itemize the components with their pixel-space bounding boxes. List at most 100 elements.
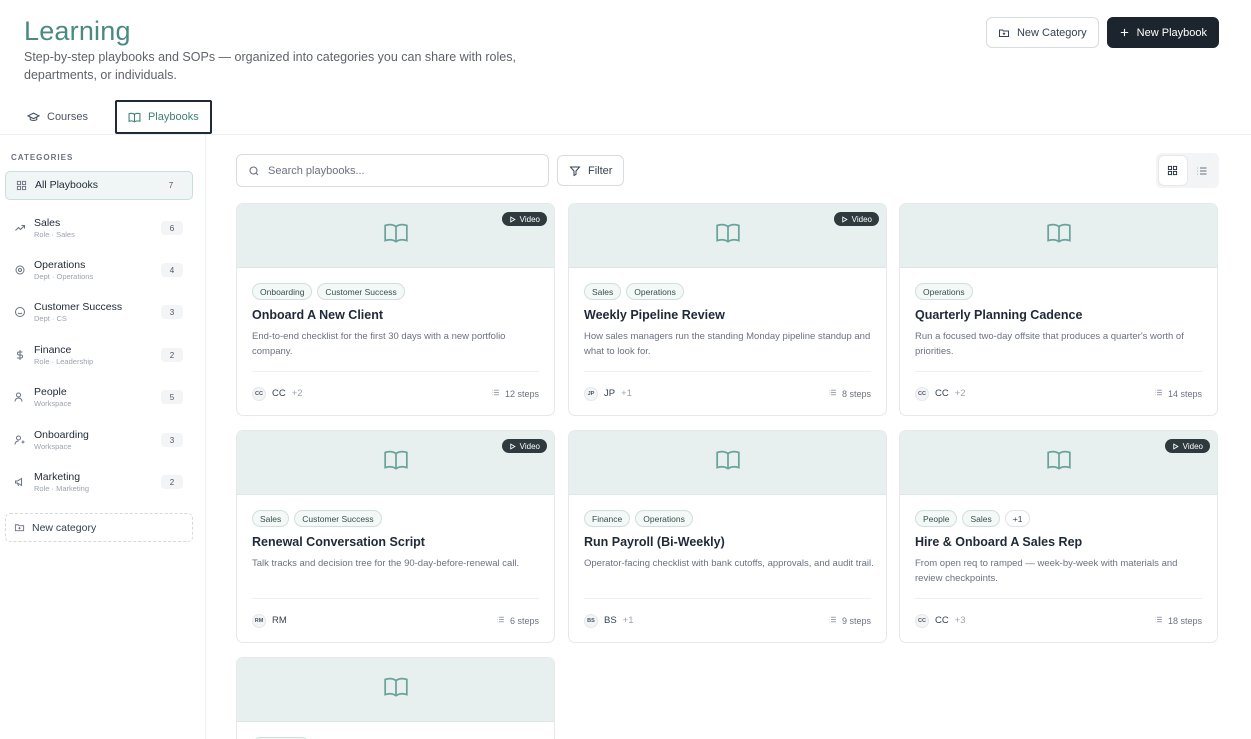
grid-icon bbox=[1168, 165, 1178, 176]
book-icon bbox=[715, 220, 741, 251]
step-count: 12 steps bbox=[491, 388, 539, 399]
steps-icon bbox=[828, 615, 837, 626]
count-badge: 6 bbox=[161, 221, 183, 235]
tag-chip: +1 bbox=[1004, 510, 1031, 527]
filter-icon bbox=[569, 166, 581, 176]
page-subtitle: Step-by-step playbooks and SOPs — organi… bbox=[24, 48, 544, 84]
grid-icon bbox=[15, 180, 27, 192]
card-banner bbox=[900, 204, 1217, 268]
tag-chip: Customer Success bbox=[317, 283, 405, 300]
search-icon bbox=[249, 165, 259, 175]
sidebar-item-sub: Workspace bbox=[34, 398, 72, 408]
tag-chip: Operations bbox=[915, 283, 973, 300]
sidebar-item-operations[interactable]: Operations Dept · Operations 4 bbox=[5, 255, 193, 285]
tag-chip: Sales bbox=[584, 283, 622, 300]
trend-icon bbox=[14, 222, 26, 234]
new-category-label: New Category bbox=[1016, 26, 1087, 39]
folder-plus-icon bbox=[14, 524, 25, 532]
steps-icon bbox=[491, 388, 500, 399]
video-badge: Video bbox=[501, 439, 547, 453]
card-owner: CC CC +2 bbox=[915, 386, 966, 401]
avatar: JP bbox=[584, 386, 598, 401]
steps-icon bbox=[1154, 615, 1163, 626]
sidebar-item-marketing[interactable]: Marketing Role · Marketing 2 bbox=[5, 467, 193, 497]
category-sidebar: CATEGORIES All Playbooks 7 Sales Role · S… bbox=[0, 135, 206, 739]
card-owner: CC CC +2 bbox=[252, 386, 303, 401]
dollar-icon bbox=[14, 349, 26, 361]
card-banner: Video bbox=[569, 204, 886, 268]
playbook-card[interactable]: Operations Quarterly Planning Cadence Ru… bbox=[899, 203, 1218, 416]
owner-initials: RM bbox=[272, 615, 287, 626]
video-badge: Video bbox=[833, 212, 879, 226]
plus-icon bbox=[1120, 28, 1128, 37]
sidebar-item-people[interactable]: People Workspace 5 bbox=[5, 382, 193, 412]
card-title: Run Payroll (Bi-Weekly) bbox=[584, 535, 725, 549]
sidebar-item-label: Finance bbox=[34, 343, 72, 356]
tab-playbooks[interactable]: Playbooks bbox=[114, 100, 212, 134]
card-banner: Video bbox=[900, 431, 1217, 495]
playbook-card[interactable]: Finance Operations Run Payroll (Bi-Weekly… bbox=[568, 430, 887, 643]
subtitle-line-2: departments, or individuals. bbox=[24, 68, 177, 82]
card-title: Renewal Conversation Script bbox=[252, 535, 425, 549]
card-description: How sales managers run the standing Mond… bbox=[584, 331, 871, 357]
sidebar-item-label: Marketing bbox=[34, 470, 81, 483]
page-header: Learning Step-by-step playbooks and SOPs… bbox=[24, 14, 544, 84]
card-footer: CC CC +3 18 steps bbox=[915, 598, 1202, 642]
playbook-card[interactable] bbox=[236, 657, 555, 739]
avatar: CC bbox=[915, 386, 929, 401]
new-category-sidebar-button[interactable]: New category bbox=[5, 513, 193, 542]
card-banner: Video bbox=[237, 204, 554, 268]
tab-courses[interactable]: Courses bbox=[14, 100, 101, 134]
sidebar-item-customer-success[interactable]: Customer Success Dept · CS 3 bbox=[5, 297, 193, 327]
avatar: RM bbox=[252, 613, 266, 628]
playbook-card[interactable]: Video Sales Operations Weekly Pipeline Re… bbox=[568, 203, 887, 416]
new-playbook-button[interactable]: New Playbook bbox=[1106, 17, 1219, 48]
book-icon bbox=[128, 112, 141, 122]
grid-view-button[interactable] bbox=[1159, 156, 1187, 185]
new-playbook-label: New Playbook bbox=[1136, 26, 1207, 39]
card-tags: Operations bbox=[915, 283, 973, 300]
owner-initials: JP bbox=[604, 388, 616, 399]
tag-chip: Operations bbox=[635, 510, 693, 527]
card-owner: CC CC +3 bbox=[915, 613, 966, 628]
card-footer: JP JP +1 8 steps bbox=[584, 371, 871, 415]
book-icon bbox=[1046, 220, 1072, 251]
user-plus-icon bbox=[14, 434, 26, 446]
sidebar-item-sub: Role · Sales bbox=[34, 229, 75, 239]
video-badge-label: Video bbox=[1182, 441, 1203, 451]
playbook-card[interactable]: Video People Sales +1 Hire & Onboard A Sal… bbox=[899, 430, 1218, 643]
card-title: Weekly Pipeline Review bbox=[584, 308, 725, 322]
subtitle-line-1: Step-by-step playbooks and SOPs — organi… bbox=[24, 50, 516, 64]
sidebar-item-all-playbooks[interactable]: All Playbooks 7 bbox=[5, 171, 193, 200]
playbook-card[interactable]: Video Onboarding Customer Success Onboard… bbox=[236, 203, 555, 416]
filter-label: Filter bbox=[588, 164, 613, 177]
filter-button[interactable]: Filter bbox=[557, 155, 625, 186]
search-input[interactable] bbox=[268, 164, 528, 177]
list-view-button[interactable] bbox=[1189, 156, 1217, 185]
video-badge-label: Video bbox=[519, 441, 540, 451]
megaphone-icon bbox=[14, 476, 26, 488]
playbook-card[interactable]: Video Sales Customer Success Renewal Conv… bbox=[236, 430, 555, 643]
card-banner bbox=[237, 658, 554, 722]
card-tags: Onboarding Customer Success bbox=[252, 283, 405, 300]
sidebar-item-onboarding[interactable]: Onboarding Workspace 3 bbox=[5, 425, 193, 455]
step-count-label: 12 steps bbox=[504, 388, 539, 399]
tab-bar: Courses Playbooks bbox=[14, 100, 212, 134]
sidebar-item-sales[interactable]: Sales Role · Sales 6 bbox=[5, 213, 193, 243]
video-badge-label: Video bbox=[851, 214, 872, 224]
list-icon bbox=[1197, 167, 1207, 174]
video-badge: Video bbox=[501, 212, 547, 226]
avatar: BS bbox=[584, 613, 598, 628]
view-toggle bbox=[1156, 153, 1219, 188]
video-badge-label: Video bbox=[519, 214, 540, 224]
new-category-sidebar-label: New category bbox=[32, 521, 97, 534]
card-footer: CC CC +2 14 steps bbox=[915, 371, 1202, 415]
card-title: Hire & Onboard A Sales Rep bbox=[915, 535, 1083, 549]
sidebar-item-finance[interactable]: Finance Role · Leadership 2 bbox=[5, 340, 193, 370]
owner-initials: CC bbox=[935, 615, 949, 626]
sidebar-item-label: Onboarding bbox=[34, 428, 89, 441]
count-badge: 2 bbox=[161, 475, 183, 489]
sidebar-item-sub: Dept · CS bbox=[34, 313, 67, 323]
tag-chip: Onboarding bbox=[252, 283, 313, 300]
new-category-button[interactable]: New Category bbox=[985, 17, 1099, 48]
